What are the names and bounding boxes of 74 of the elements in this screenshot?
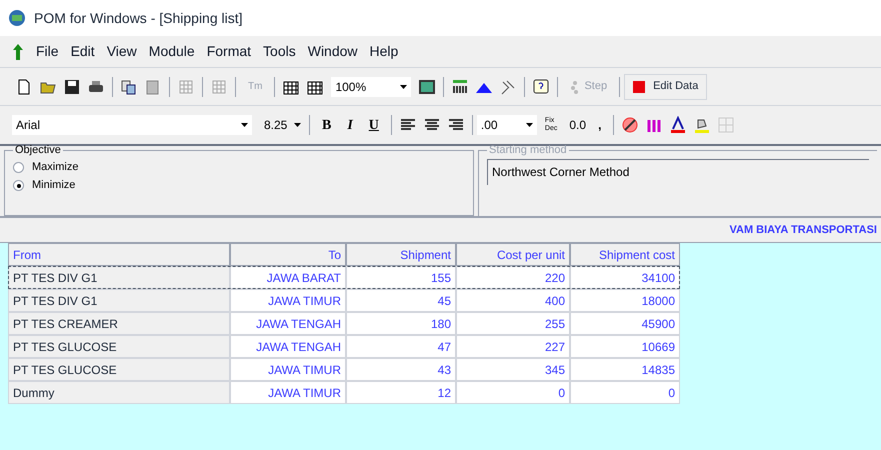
table-cell: JAWA TIMUR [230,358,346,381]
table-cell: JAWA BARAT [230,266,346,289]
table-cell: JAWA TENGAH [230,335,346,358]
starting-method-field[interactable]: Northwest Corner Method [487,158,869,184]
comma-button[interactable]: , [598,116,602,134]
column-header[interactable]: To [230,243,346,266]
table-cell: 34100 [570,266,680,289]
no-entry-icon[interactable] [621,116,640,134]
table-cell: 45900 [570,312,680,335]
caret-icon [294,123,301,127]
caret-icon [400,84,408,88]
table-cell: 18000 [570,289,680,312]
table-cell: 227 [456,335,570,358]
table-cell: JAWA TIMUR [230,289,346,312]
menu-item[interactable]: Tools [263,41,296,62]
arrow-up-icon [12,42,24,60]
table-cell: 43 [346,358,456,381]
decimals-dropdown[interactable]: .00 [476,115,537,135]
italic-button[interactable]: I [347,114,353,136]
table-cell: JAWA TIMUR [230,381,346,404]
chart-icon[interactable] [451,78,470,96]
table-cell: PT TES GLUCOSE [8,335,230,358]
radio-option[interactable]: Maximize [13,158,465,176]
menu-item[interactable]: View [106,41,137,62]
column-header[interactable]: Shipment cost [570,243,680,266]
menu-item[interactable]: Edit [70,41,95,62]
table-cell: 255 [456,312,570,335]
caret-icon [241,123,248,127]
starting-method-title: Starting method [488,143,568,158]
zoom-dropdown[interactable]: 100% [331,76,412,96]
table-cell: 10669 [570,335,680,358]
underline-button[interactable]: U [368,114,379,136]
app-icon [8,9,26,27]
table-cell: 180 [346,312,456,335]
menu-item[interactable]: Format [206,41,252,62]
edit-data-button[interactable]: Edit Data [624,74,708,100]
table-cell: PT TES DIV G1 [8,266,230,289]
menu-item[interactable]: Help [370,41,398,62]
menu-item[interactable]: Module [148,41,195,62]
table-cell: 155 [346,266,456,289]
font-color-icon[interactable] [669,116,688,134]
table-cell: PT TES GLUCOSE [8,358,230,381]
table-title: VAM BIAYA TRANSPORTASI [729,222,877,238]
caret-icon [526,123,533,127]
table-cell: 14835 [570,358,680,381]
table-cell: 345 [456,358,570,381]
table-cell: JAWA TENGAH [230,312,346,335]
table-cell: 400 [456,289,570,312]
table-cell: Dummy [8,381,230,404]
help-icon[interactable] [532,78,550,96]
table-cell: 0 [570,381,680,404]
table-cell: 0 [456,381,570,404]
table-cell: PT TES DIV G1 [8,289,230,312]
table-cell: PT TES CREAMER [8,312,230,335]
copy-icon[interactable] [120,78,138,96]
radio-option[interactable]: Minimize [13,176,465,194]
font-dropdown[interactable]: Arial [12,115,252,135]
save-icon[interactable] [63,78,81,96]
window-icon[interactable] [418,78,436,96]
bold-button[interactable]: B [322,114,332,136]
column-header[interactable]: Shipment [346,243,456,266]
objective-title: Objective [14,143,62,158]
menu-item[interactable]: File [36,41,59,62]
column-header[interactable]: Cost per unit [456,243,570,266]
zero-format-button[interactable]: 0.0 [569,116,586,134]
window-title: POM for Windows - [Shipping list] [34,8,243,28]
table-cell: 220 [456,266,570,289]
column-header[interactable]: From [8,243,230,266]
table-cell: 45 [346,289,456,312]
size-dropdown[interactable]: 8.25 [260,115,305,135]
table-cell: 12 [346,381,456,404]
menu-item[interactable]: Window [308,41,358,62]
dots-icon [570,80,580,94]
table-cell: 47 [346,335,456,358]
